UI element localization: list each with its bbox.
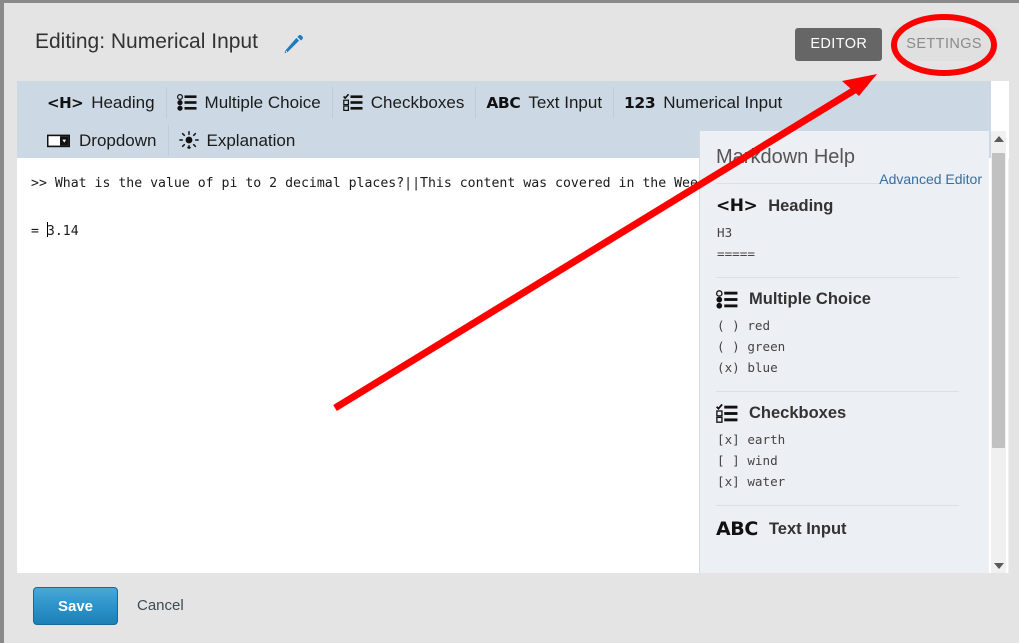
text-input-icon: ABC <box>716 518 758 540</box>
help-section-code: [x] earth [ ] wind [x] water <box>717 432 786 489</box>
heading-icon: <H> <box>47 93 84 112</box>
multiple-choice-icon <box>176 94 197 111</box>
explanation-icon <box>178 130 199 151</box>
tab-settings[interactable]: SETTINGS <box>891 28 997 61</box>
help-section-label: Heading <box>768 196 834 215</box>
toolbar-item-explanation[interactable]: Explanation <box>169 125 307 156</box>
toolbar-item-dropdown[interactable]: Dropdown <box>37 125 169 156</box>
help-section-heading: <H> Heading H3 ===== <box>716 184 959 278</box>
toolbar-item-multiple-choice[interactable]: Multiple Choice <box>167 87 333 118</box>
advanced-editor-link[interactable]: Advanced Editor <box>879 171 982 187</box>
heading-icon: <H> <box>716 196 758 216</box>
scroll-up-icon[interactable] <box>1008 159 1009 174</box>
toolbar-item-label: Numerical Input <box>663 92 783 112</box>
toolbar-item-checkboxes[interactable]: Checkboxes <box>333 87 477 118</box>
help-section-header: ABC Text Input <box>716 518 959 540</box>
help-section-header: <H> Heading <box>716 196 959 216</box>
toolbar-item-label: Explanation <box>206 130 296 150</box>
help-section-checkboxes: Checkboxes [x] earth [ ] wind [x] water <box>716 392 959 506</box>
screen-root: Editing: Numerical Input EDITOR SETTINGS <box>0 0 1019 643</box>
help-section-text-input: ABC Text Input <box>716 506 959 559</box>
toolbar-item-label: Checkboxes <box>370 92 465 112</box>
modal-header: Editing: Numerical Input EDITOR SETTINGS <box>4 3 1016 78</box>
modal-footer: Save Cancel <box>4 573 1016 640</box>
toolbar-item-numerical-input[interactable]: 123 Numerical Input <box>614 87 793 118</box>
toolbar-item-text-input[interactable]: ABC Text Input <box>476 87 615 118</box>
text-input-icon: ABC <box>486 93 521 112</box>
help-section-header: Multiple Choice <box>716 290 959 309</box>
help-section-label: Text Input <box>768 519 847 538</box>
toolbar-item-heading[interactable]: <H> Heading <box>37 87 167 118</box>
cancel-button[interactable]: Cancel <box>137 597 184 614</box>
save-button[interactable]: Save <box>33 587 118 625</box>
help-section-label: Checkboxes <box>749 404 847 422</box>
toolbar-row-1: <H> Heading Multiple Choice Checkboxes A… <box>37 87 793 118</box>
tab-editor[interactable]: EDITOR <box>795 28 883 61</box>
help-section-code: H3 ===== <box>717 225 755 261</box>
editor-answer-value: 3.14 <box>46 224 79 239</box>
editor-area: <H> Heading Multiple Choice Checkboxes A… <box>17 81 1009 573</box>
help-section-label: Multiple Choice <box>749 290 871 308</box>
scrollbar-thumb[interactable] <box>992 153 1005 448</box>
mode-button-group: EDITOR SETTINGS <box>795 28 997 61</box>
help-section-header: Checkboxes <box>716 404 959 423</box>
help-section-code: ( ) red ( ) green (x) blue <box>717 318 786 375</box>
page-title: Editing: Numerical Input <box>35 30 258 53</box>
numerical-input-icon: 123 <box>624 93 656 112</box>
toolbar-row-2: Dropdown Explanation <box>37 125 306 156</box>
edit-component-modal: Editing: Numerical Input EDITOR SETTINGS <box>4 3 1016 640</box>
scroll-up-icon[interactable] <box>991 131 1006 146</box>
toolbar-item-label: Text Input <box>528 92 603 112</box>
toolbar-item-label: Heading <box>91 92 155 112</box>
checkboxes-icon <box>716 404 738 423</box>
dropdown-icon <box>47 134 71 148</box>
toolbar-item-label: Dropdown <box>79 130 157 150</box>
scroll-down-icon[interactable] <box>991 558 1006 573</box>
editor-blank-line <box>31 200 39 215</box>
editor-scrollbar[interactable] <box>1008 159 1009 573</box>
pencil-icon[interactable] <box>282 33 304 55</box>
markdown-help-panel: Markdown Help <H> Heading H3 ===== Multi… <box>699 131 989 573</box>
toolbar-item-label: Multiple Choice <box>204 92 321 112</box>
checkboxes-icon <box>342 94 363 111</box>
help-panel-scrollbar[interactable] <box>991 131 1006 573</box>
editor-answer-prefix: = <box>31 224 47 239</box>
multiple-choice-icon <box>716 290 738 309</box>
markdown-help-content: Markdown Help <H> Heading H3 ===== Multi… <box>700 131 975 559</box>
help-section-multiple-choice: Multiple Choice ( ) red ( ) green (x) bl… <box>716 278 959 392</box>
